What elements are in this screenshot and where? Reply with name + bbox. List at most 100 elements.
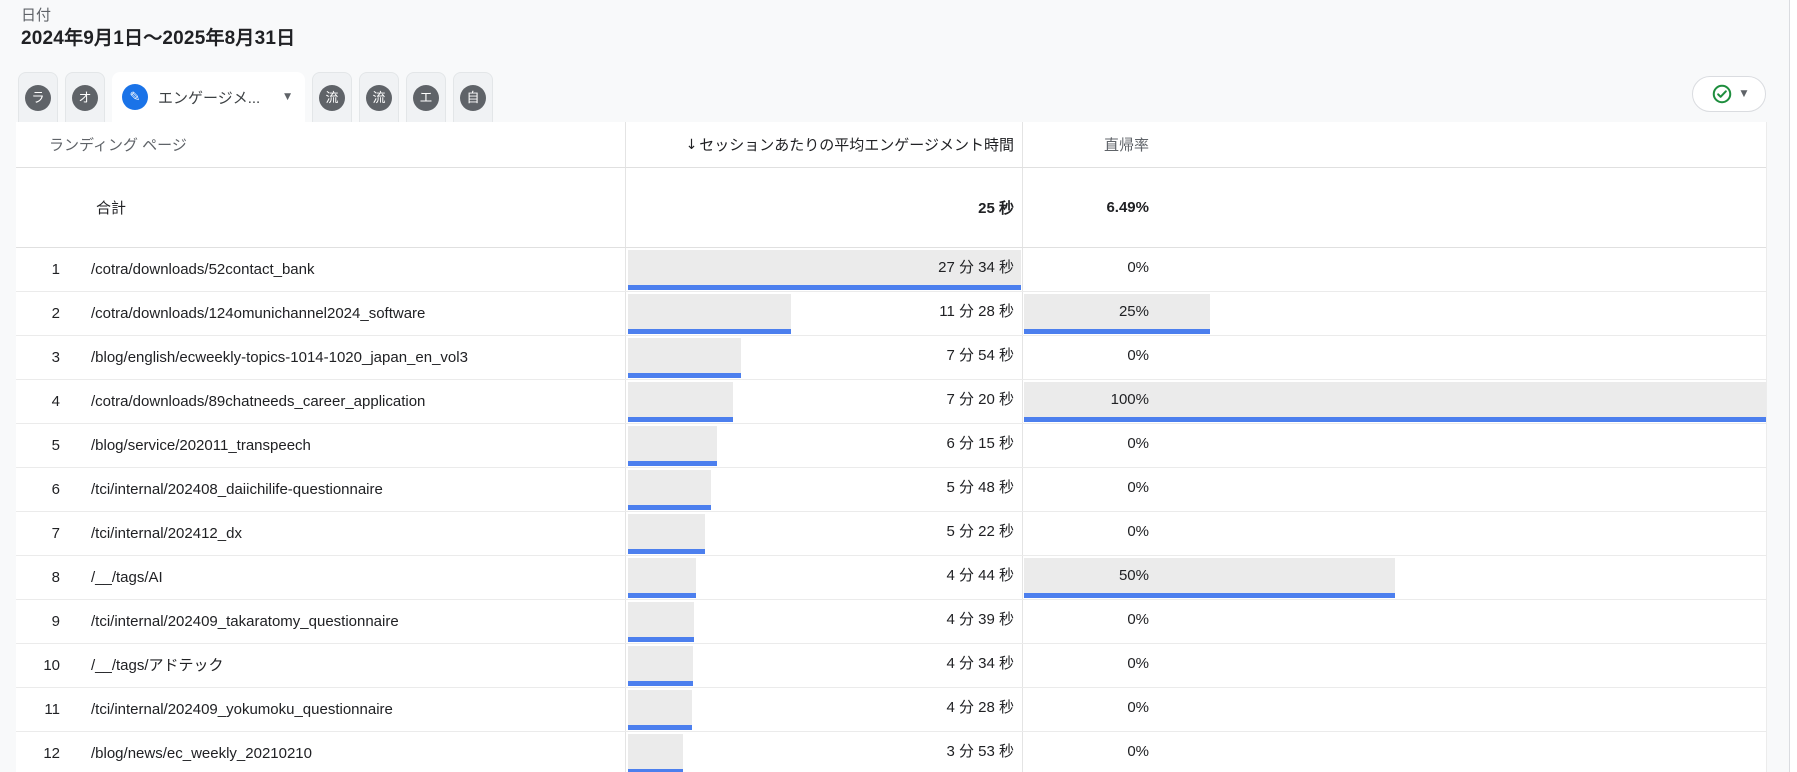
report-tab-7[interactable]: 自 — [453, 72, 493, 122]
engagement-time-value: 6 分 15 秒 — [946, 435, 1014, 452]
table-row[interactable]: 3 /blog/english/ecweekly-topics-1014-102… — [16, 336, 1766, 380]
row-rank: 3 — [51, 349, 60, 366]
landing-page-url: /tci/internal/202409_yokumoku_questionna… — [91, 701, 393, 718]
engagement-time-value: 5 分 22 秒 — [946, 523, 1014, 540]
table-row[interactable]: 4 /cotra/downloads/89chatneeds_career_ap… — [16, 380, 1766, 424]
engagement-time-bar — [628, 338, 741, 378]
bounce-rate-value: 0% — [1127, 347, 1149, 364]
column-header-label: 直帰率 — [1103, 137, 1149, 154]
landing-page-url: /blog/english/ecweekly-topics-1014-1020_… — [91, 349, 468, 366]
engagement-time-bar — [628, 558, 696, 598]
report-tab-2[interactable]: オ — [65, 72, 105, 122]
sort-descending-icon: ↓ — [685, 136, 698, 153]
tab-icon: 流 — [319, 84, 345, 111]
row-rank: 6 — [51, 481, 60, 498]
bounce-rate-value: 0% — [1127, 259, 1149, 276]
table-totals-row: 合計 25 秒 6.49% — [16, 168, 1766, 248]
bounce-rate-value: 0% — [1127, 743, 1149, 760]
status-button[interactable]: ▼ — [1692, 76, 1766, 112]
bounce-rate-value: 100% — [1110, 391, 1149, 408]
table-row[interactable]: 10 /__/tags/アドテック 4 分 34 秒 0% — [16, 644, 1766, 688]
report-tab-3[interactable]: ✎ エンゲージメ... ▼ — [112, 72, 305, 122]
row-rank: 8 — [51, 569, 60, 586]
engagement-time-value: 27 分 34 秒 — [938, 259, 1014, 276]
tab-icon: 自 — [460, 84, 486, 111]
engagement-time-bar — [628, 426, 717, 466]
landing-page-url: /tci/internal/202412_dx — [91, 525, 242, 542]
check-circle-icon — [1712, 84, 1731, 104]
date-header: 日付 2024年9月1日～2025年8月31日 — [21, 6, 295, 52]
table-row[interactable]: 7 /tci/internal/202412_dx 5 分 22 秒 0% — [16, 512, 1766, 556]
column-header-label: セッションあたりの平均エンゲージメント時間 — [699, 137, 1014, 154]
bounce-rate-value: 0% — [1127, 611, 1149, 628]
bounce-rate-value: 25% — [1118, 303, 1149, 320]
report-table: ランディング ページ ↓ セッションあたりの平均エンゲージメント時間 直帰率 合… — [16, 122, 1767, 772]
column-header-bounce-rate[interactable]: 直帰率 — [1022, 122, 1767, 167]
table-body: 1 /cotra/downloads/52contact_bank 27 分 3… — [16, 248, 1766, 772]
landing-page-url: /tci/internal/202408_daiichilife-questio… — [91, 481, 383, 498]
engagement-time-value: 11 分 28 秒 — [939, 303, 1014, 320]
engagement-time-value: 4 分 28 秒 — [946, 699, 1014, 716]
table-row[interactable]: 2 /cotra/downloads/124omunichannel2024_s… — [16, 292, 1766, 336]
report-tab-6[interactable]: エ — [406, 72, 446, 122]
engagement-time-value: 7 分 54 秒 — [946, 347, 1014, 364]
chevron-down-icon[interactable]: ▼ — [284, 92, 291, 102]
tab-icon: ラ — [25, 84, 51, 111]
bounce-rate-value: 0% — [1127, 655, 1149, 672]
table-row[interactable]: 8 /__/tags/AI 4 分 44 秒 50% — [16, 556, 1766, 600]
date-range: 2024年9月1日～2025年8月31日 — [21, 28, 296, 49]
tab-icon: オ — [72, 84, 98, 111]
totals-bounce-rate: 6.49% — [1106, 199, 1149, 216]
row-rank: 7 — [51, 525, 60, 542]
engagement-time-bar — [628, 514, 705, 554]
window-edge — [1790, 0, 1797, 772]
row-rank: 4 — [51, 393, 60, 410]
column-header-label: ランディング ページ — [49, 137, 187, 154]
landing-page-url: /cotra/downloads/124omunichannel2024_sof… — [91, 305, 426, 322]
bounce-rate-value: 50% — [1118, 567, 1149, 584]
landing-page-url: /__/tags/アドテック — [91, 657, 224, 674]
report-tab-1[interactable]: ラ — [18, 72, 58, 122]
engagement-time-value: 3 分 53 秒 — [946, 743, 1014, 760]
table-row[interactable]: 5 /blog/service/202011_transpeech 6 分 15… — [16, 424, 1766, 468]
engagement-time-value: 7 分 20 秒 — [946, 391, 1014, 408]
pencil-icon: ✎ — [122, 84, 148, 110]
table-row[interactable]: 12 /blog/news/ec_weekly_20210210 3 分 53 … — [16, 732, 1766, 772]
row-rank: 9 — [51, 613, 60, 630]
bounce-rate-value: 0% — [1127, 435, 1149, 452]
landing-page-url: /blog/service/202011_transpeech — [91, 437, 311, 454]
engagement-time-value: 5 分 48 秒 — [946, 479, 1014, 496]
landing-page-url: /tci/internal/202409_takaratomy_question… — [91, 613, 399, 630]
tab-icon: エ — [413, 84, 439, 111]
table-row[interactable]: 6 /tci/internal/202408_daiichilife-quest… — [16, 468, 1766, 512]
engagement-time-bar — [628, 602, 694, 642]
row-rank: 12 — [43, 745, 60, 762]
engagement-time-value: 4 分 39 秒 — [946, 611, 1014, 628]
date-label: 日付 — [21, 7, 52, 24]
engagement-time-bar — [628, 734, 683, 772]
tab-icon: 流 — [366, 84, 392, 111]
column-header-avg-engagement-time[interactable]: ↓ セッションあたりの平均エンゲージメント時間 — [625, 122, 1022, 167]
report-tab-strip: ラ オ ✎ エンゲージメ... ▼ 流 流 エ 自 — [18, 72, 493, 122]
row-rank: 5 — [51, 437, 60, 454]
landing-page-url: /cotra/downloads/52contact_bank — [91, 261, 315, 278]
totals-engagement-time: 25 秒 — [978, 200, 1014, 217]
engagement-time-bar — [628, 470, 711, 510]
report-tab-4[interactable]: 流 — [312, 72, 352, 122]
report-tab-5[interactable]: 流 — [359, 72, 399, 122]
column-header-landing-page[interactable]: ランディング ページ — [16, 122, 625, 167]
landing-page-url: /blog/news/ec_weekly_20210210 — [91, 745, 312, 762]
engagement-time-bar — [628, 646, 693, 686]
engagement-time-bar — [628, 382, 733, 422]
tab-label: エンゲージメ... — [158, 89, 261, 107]
row-rank: 10 — [43, 657, 60, 674]
table-row[interactable]: 1 /cotra/downloads/52contact_bank 27 分 3… — [16, 248, 1766, 292]
landing-page-url: /__/tags/AI — [91, 569, 163, 586]
table-row[interactable]: 9 /tci/internal/202409_takaratomy_questi… — [16, 600, 1766, 644]
row-rank: 2 — [51, 305, 60, 322]
chevron-down-icon[interactable]: ▼ — [1741, 89, 1748, 99]
bounce-rate-value: 0% — [1127, 479, 1149, 496]
analytics-report-screen: 日付 2024年9月1日～2025年8月31日 ラ オ ✎ エンゲージメ... … — [0, 0, 1797, 772]
table-row[interactable]: 11 /tci/internal/202409_yokumoku_questio… — [16, 688, 1766, 732]
row-rank: 1 — [51, 261, 60, 278]
